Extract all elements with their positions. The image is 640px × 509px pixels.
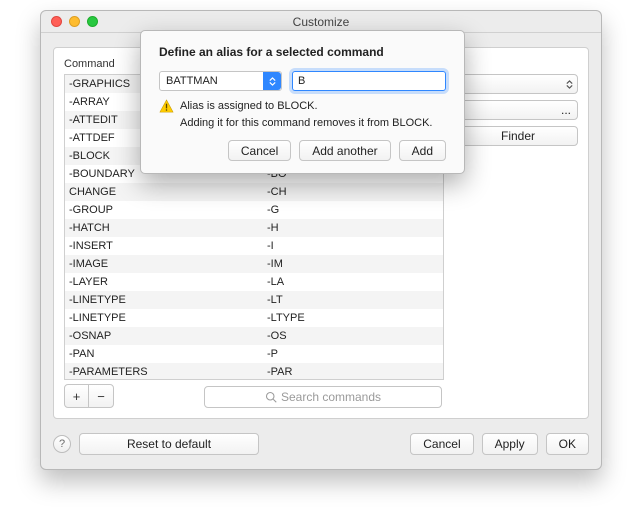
alias-popover: Define an alias for a selected command B…: [140, 30, 465, 174]
cell-alias: -CH: [265, 183, 443, 201]
updown-icon: [565, 80, 574, 89]
cancel-button[interactable]: Cancel: [410, 433, 473, 455]
warning-line2: Adding it for this command removes it fr…: [180, 116, 446, 130]
cell-command: -GROUP: [65, 201, 265, 219]
column-header-command[interactable]: Command: [64, 58, 115, 70]
command-combo[interactable]: BATTMAN: [159, 71, 282, 91]
table-row[interactable]: -LINETYPE-LT: [65, 291, 443, 309]
cell-alias: -OS: [265, 327, 443, 345]
cell-command: -OSNAP: [65, 327, 265, 345]
table-row[interactable]: -GROUP-G: [65, 201, 443, 219]
cell-command: CHANGE: [65, 183, 265, 201]
cell-command: -LINETYPE: [65, 291, 265, 309]
add-alias-button[interactable]: +: [65, 385, 89, 407]
minimize-icon[interactable]: [69, 16, 80, 27]
ok-button[interactable]: OK: [546, 433, 589, 455]
table-row[interactable]: -LAYER-LA: [65, 273, 443, 291]
category-select[interactable]: [458, 74, 578, 94]
cell-alias: -PAR: [265, 363, 443, 380]
table-row[interactable]: -LINETYPE-LTYPE: [65, 309, 443, 327]
finder-label: Finder: [501, 129, 535, 143]
table-row[interactable]: -IMAGE-IM: [65, 255, 443, 273]
reset-label: Reset to default: [127, 437, 211, 451]
right-pane: ... Finder: [458, 74, 578, 146]
traffic-lights: [41, 16, 98, 27]
zoom-icon[interactable]: [87, 16, 98, 27]
cell-alias: -P: [265, 345, 443, 363]
cell-alias: -LTYPE: [265, 309, 443, 327]
warning-line1: Alias is assigned to BLOCK.: [180, 99, 318, 113]
apply-button[interactable]: Apply: [482, 433, 538, 455]
popover-add-another-button[interactable]: Add another: [299, 140, 390, 161]
cell-alias: -H: [265, 219, 443, 237]
combo-drop-button[interactable]: [263, 72, 281, 90]
search-placeholder: Search commands: [281, 390, 381, 404]
bottom-bar: ? Reset to default Cancel Apply OK: [53, 431, 589, 457]
search-icon: [265, 391, 277, 403]
cell-command: -INSERT: [65, 237, 265, 255]
cell-alias: -I: [265, 237, 443, 255]
add-remove-group: + −: [64, 384, 114, 408]
table-row[interactable]: -PARAMETERS-PAR: [65, 363, 443, 380]
reset-button[interactable]: Reset to default: [79, 433, 259, 455]
table-row[interactable]: CHANGE-CH: [65, 183, 443, 201]
finder-button[interactable]: Finder: [458, 126, 578, 146]
edit-button[interactable]: ...: [458, 100, 578, 120]
popover-add-button[interactable]: Add: [399, 140, 446, 161]
window-title: Customize: [41, 15, 601, 29]
cell-command: -HATCH: [65, 219, 265, 237]
table-row[interactable]: -HATCH-H: [65, 219, 443, 237]
remove-alias-button[interactable]: −: [89, 385, 113, 407]
cell-command: -PAN: [65, 345, 265, 363]
alias-input[interactable]: [292, 71, 446, 91]
cell-alias: -G: [265, 201, 443, 219]
help-button[interactable]: ?: [53, 435, 71, 453]
popover-title: Define an alias for a selected command: [159, 45, 446, 59]
cancel-label: Cancel: [423, 437, 460, 451]
cell-command: -LINETYPE: [65, 309, 265, 327]
cell-command: -PARAMETERS: [65, 363, 265, 380]
popover-another-label: Add another: [312, 144, 377, 158]
ellipsis-label: ...: [561, 103, 571, 117]
warning-icon: [159, 99, 174, 114]
popover-cancel-label: Cancel: [241, 144, 278, 158]
table-row[interactable]: -PAN-P: [65, 345, 443, 363]
cell-alias: -LA: [265, 273, 443, 291]
cell-alias: -IM: [265, 255, 443, 273]
search-input[interactable]: Search commands: [204, 386, 442, 408]
cell-alias: -LT: [265, 291, 443, 309]
popover-cancel-button[interactable]: Cancel: [228, 140, 291, 161]
table-row[interactable]: -OSNAP-OS: [65, 327, 443, 345]
ok-label: OK: [559, 437, 576, 451]
combo-value: BATTMAN: [160, 75, 218, 87]
apply-label: Apply: [495, 437, 525, 451]
popover-add-label: Add: [412, 144, 433, 158]
table-row[interactable]: -INSERT-I: [65, 237, 443, 255]
cell-command: -IMAGE: [65, 255, 265, 273]
cell-command: -LAYER: [65, 273, 265, 291]
close-icon[interactable]: [51, 16, 62, 27]
chevron-down-icon: [268, 77, 277, 86]
